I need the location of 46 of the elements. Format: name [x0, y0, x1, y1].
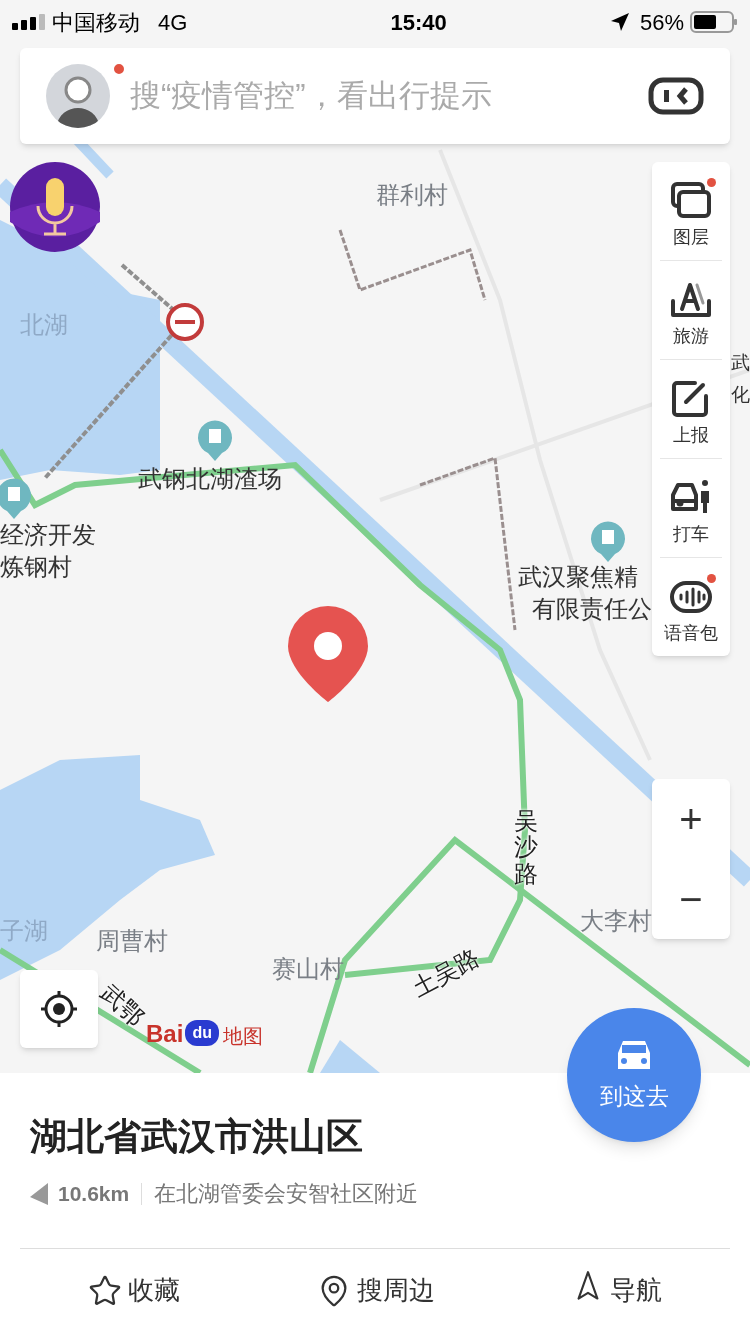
map-label: 群利村: [376, 180, 448, 210]
building-pin-icon: [591, 521, 625, 562]
scan-icon[interactable]: [648, 77, 704, 115]
locate-icon: [39, 989, 79, 1029]
map-label: 大李村: [580, 906, 652, 936]
action-button[interactable]: 导航: [563, 1263, 670, 1318]
toolbar-button[interactable]: 打车: [660, 459, 722, 558]
carrier-text: 中国移动: [52, 8, 140, 37]
toolbar-button[interactable]: 图层: [660, 162, 722, 261]
layers-icon: [669, 180, 713, 220]
action-button[interactable]: 收藏: [80, 1263, 189, 1318]
place-title: 湖北省武汉市洪山区: [30, 1115, 364, 1159]
action-button[interactable]: 搜周边: [309, 1263, 443, 1318]
map-pin-icon: [286, 604, 370, 704]
battery-icon: [690, 11, 738, 33]
network-text: 4G: [158, 8, 188, 37]
signal-icon: [12, 14, 46, 30]
map-label: 周曹村: [96, 926, 168, 956]
map-label: 武: [731, 351, 750, 375]
clock-text: 15:40: [389, 8, 447, 37]
toolbar-button[interactable]: 上报: [660, 360, 722, 459]
no-entry-icon: [166, 303, 204, 341]
star-icon: [88, 1273, 123, 1308]
distance-text: 10.6km: [58, 1180, 130, 1207]
microphone-button[interactable]: [10, 162, 100, 252]
logo-text: Bai: [146, 1022, 184, 1046]
map-label: 武汉聚焦精: [518, 562, 638, 592]
battery-text: 56%: [639, 8, 684, 37]
search-field[interactable]: 搜“疫情管控”，看出行提示: [130, 72, 648, 120]
map-label: 化: [731, 383, 750, 407]
address-text: 在北湖管委会安智社区附近: [154, 1180, 419, 1208]
locate-button[interactable]: [20, 970, 98, 1048]
map-label: 经济开发: [0, 520, 96, 550]
building-pin-icon: [198, 420, 232, 461]
road-label: 土吴路: [407, 942, 485, 1004]
logo-paw-mark: du: [185, 1020, 220, 1046]
location-arrow-icon: [609, 12, 630, 32]
search-bar[interactable]: 搜“疫情管控”，看出行提示: [20, 48, 730, 144]
direction-arrow-icon: [30, 1182, 50, 1205]
toolbar-button[interactable]: 旅游: [660, 261, 722, 360]
toolbar-button[interactable]: 语音包: [660, 558, 722, 656]
zoom-in-button[interactable]: +: [652, 779, 730, 859]
zoom-out-button[interactable]: −: [652, 859, 730, 939]
logo-text: 地图: [223, 1026, 264, 1046]
map-label: 炼钢村: [0, 552, 72, 582]
map-label: 有限责任公: [532, 594, 652, 624]
